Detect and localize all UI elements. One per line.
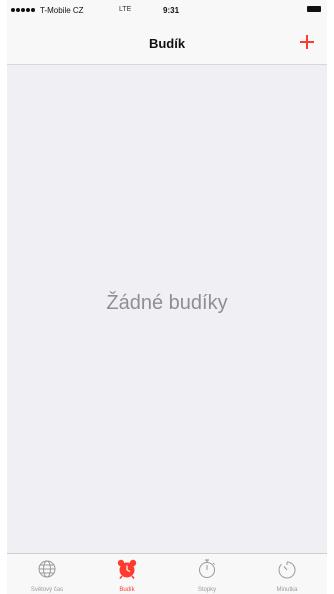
alarm-clock-icon <box>117 559 137 579</box>
plus-icon-vertical <box>306 35 308 49</box>
clock-app-screen: T-Mobile CZ LTE 9:31 Budík Žádné budíky … <box>7 0 327 594</box>
status-bar: T-Mobile CZ LTE 9:31 <box>7 0 327 20</box>
tab-label-alarm: Budík <box>119 587 135 593</box>
add-alarm-button[interactable] <box>293 28 321 56</box>
tab-alarm[interactable]: Budík <box>87 554 167 594</box>
timer-icon <box>278 561 296 579</box>
status-time: 9:31 <box>163 6 180 15</box>
tab-world-clock[interactable]: Světový čas <box>7 554 87 594</box>
carrier-name: T-Mobile CZ <box>40 6 84 15</box>
navigation-bar: Budík <box>7 20 327 65</box>
tab-label-world-clock: Světový čas <box>30 587 64 593</box>
empty-state-message: Žádné budíky <box>106 292 228 314</box>
stopwatch-icon <box>199 559 215 578</box>
tab-bar: Světový čas Budík Stopky Minutka <box>7 553 327 594</box>
signal-strength-icon <box>11 8 35 12</box>
tab-label-timer: Minutka <box>276 587 298 593</box>
battery-icon <box>307 6 321 12</box>
network-type: LTE <box>119 6 132 13</box>
tab-stopwatch[interactable]: Stopky <box>167 554 247 594</box>
globe-icon <box>38 560 56 578</box>
page-title: Budík <box>148 36 186 51</box>
tab-timer[interactable]: Minutka <box>247 554 327 594</box>
tab-label-stopwatch: Stopky <box>197 587 217 593</box>
